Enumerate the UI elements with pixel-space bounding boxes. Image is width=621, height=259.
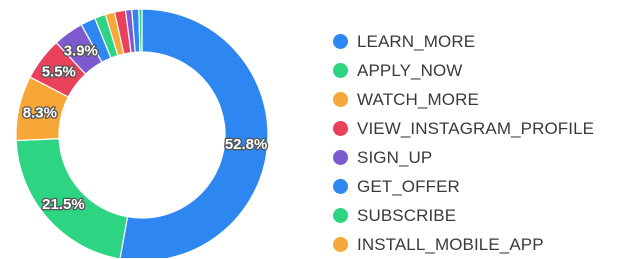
legend-label: SIGN_UP <box>357 147 433 167</box>
legend-label: LEARN_MORE <box>357 31 476 51</box>
legend-swatch <box>333 179 348 194</box>
donut-chart: 52.8% 21.5% 8.3% 5.5% 3.9% <box>15 8 269 258</box>
legend-item[interactable]: APPLY_NOW <box>333 56 594 85</box>
legend-swatch <box>333 92 348 107</box>
legend-item[interactable]: WATCH_MORE <box>333 85 594 114</box>
legend-label: INSTALL_MOBILE_APP <box>357 234 544 254</box>
legend-label: VIEW_INSTAGRAM_PROFILE <box>357 118 595 138</box>
legend-swatch <box>333 63 348 78</box>
donut-slice[interactable] <box>138 8 143 53</box>
chart-container: 52.8% 21.5% 8.3% 5.5% 3.9% LEARN_MORE APPLY_… <box>0 0 621 258</box>
legend-label: APPLY_NOW <box>357 60 463 80</box>
legend-label: WATCH_MORE <box>357 89 479 109</box>
legend-item[interactable]: SIGN_UP <box>333 143 594 172</box>
slice-percent-label: 21.5% <box>42 196 85 213</box>
legend-swatch <box>333 237 348 252</box>
legend-item[interactable]: SUBSCRIBE <box>333 201 594 230</box>
legend-swatch <box>333 150 348 165</box>
legend-label: GET_OFFER <box>357 176 460 196</box>
legend-swatch <box>333 208 348 223</box>
slice-percent-label: 3.9% <box>64 42 98 59</box>
slice-percent-label: 8.3% <box>23 105 57 122</box>
legend-item[interactable]: VIEW_INSTAGRAM_PROFILE <box>333 114 594 143</box>
legend-item[interactable]: GET_OFFER <box>333 172 594 201</box>
legend-item[interactable]: INSTALL_MOBILE_APP <box>333 230 594 259</box>
legend-label: SUBSCRIBE <box>357 205 457 225</box>
slice-percent-label: 52.8% <box>225 136 268 153</box>
legend-swatch <box>333 34 348 49</box>
legend: LEARN_MORE APPLY_NOW WATCH_MORE VIEW_INS… <box>333 27 594 259</box>
slice-percent-label: 5.5% <box>42 64 76 81</box>
legend-swatch <box>333 121 348 136</box>
legend-item[interactable]: LEARN_MORE <box>333 27 594 56</box>
